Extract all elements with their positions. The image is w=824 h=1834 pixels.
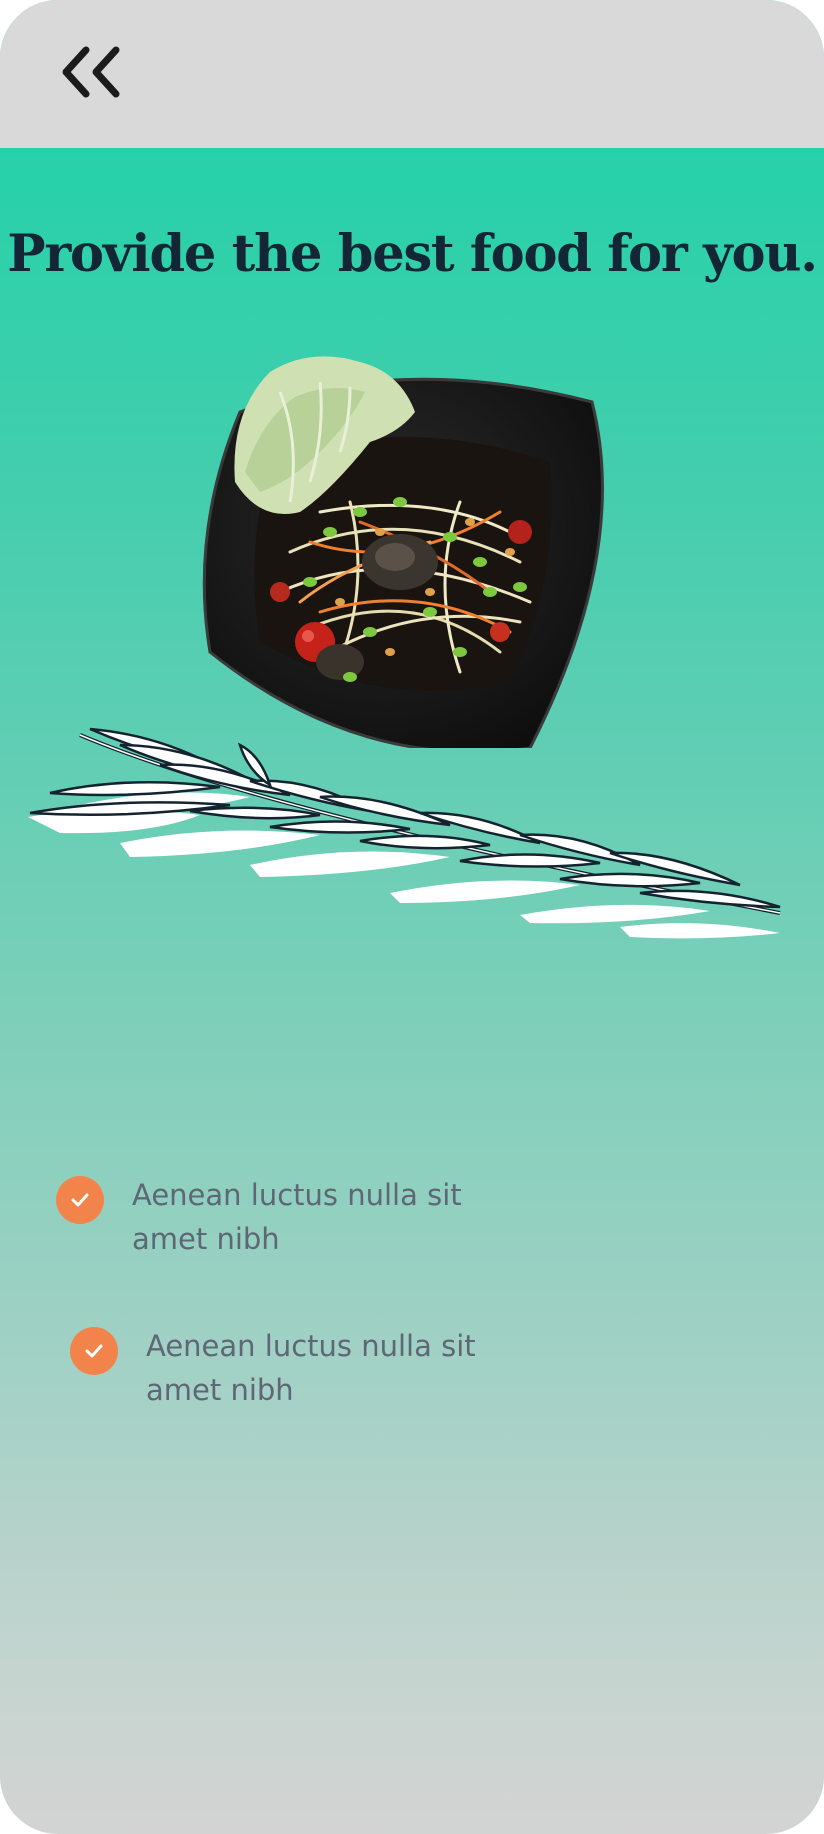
page-title: Provide the best food for you. [7,224,818,284]
feature-text: Aenean luctus nulla sit amet nibh [132,1178,462,1256]
feature-item: Aenean luctus nulla sit amet nibh [70,1327,526,1412]
rosemary-sprig-illustration [28,727,781,939]
check-icon [56,1176,104,1224]
double-chevron-left-icon [62,46,120,98]
top-bar [0,0,824,148]
back-button[interactable] [58,42,128,102]
feature-text: Aenean luctus nulla sit amet nibh [146,1329,476,1407]
check-icon [70,1327,118,1375]
app-screen: Provide the best food for you. Aenean lu… [0,0,824,1834]
feature-item: Aenean luctus nulla sit amet nibh [56,1176,512,1261]
papaya-salad-plate-image [202,356,604,748]
